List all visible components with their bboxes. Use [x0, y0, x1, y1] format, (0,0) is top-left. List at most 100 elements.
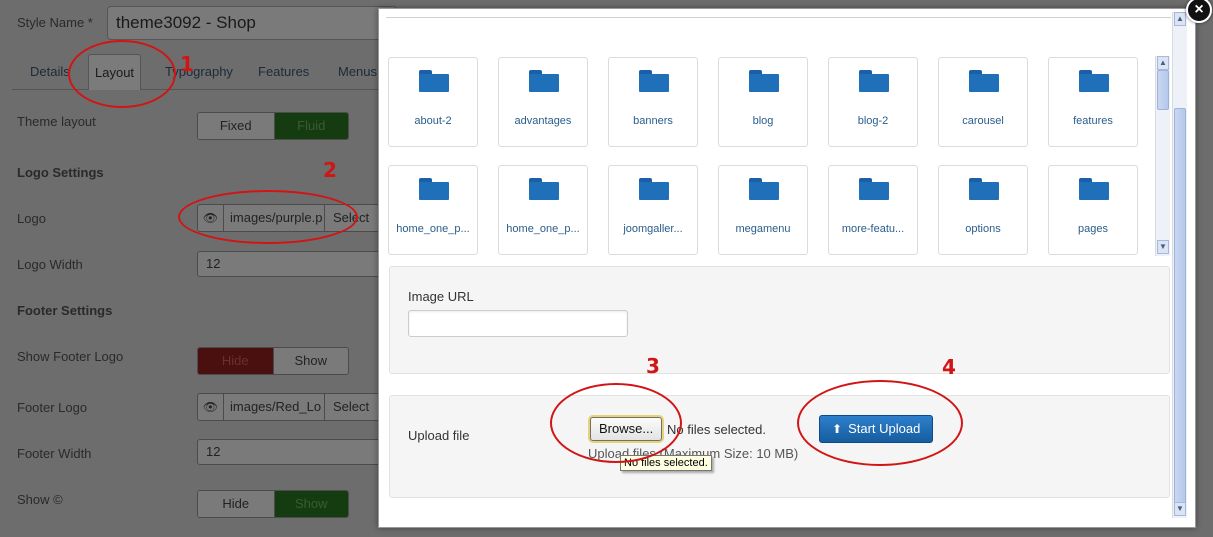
show-copyright-label: Show ©: [17, 492, 63, 507]
preview-eye-icon[interactable]: 👁: [198, 205, 224, 231]
folder-item[interactable]: carousel: [938, 57, 1028, 147]
folder-icon: [969, 178, 999, 200]
folder-name: features: [1073, 115, 1113, 127]
tab-layout[interactable]: Layout: [88, 54, 142, 90]
folder-icon: [639, 178, 669, 200]
folder-item[interactable]: features: [1048, 57, 1138, 147]
folder-icon: [419, 178, 449, 200]
logo-select-button[interactable]: Select: [324, 205, 377, 231]
show-footer-logo-toggle: Hide Show: [197, 347, 349, 375]
logo-path: images/purple.p: [230, 210, 323, 225]
folder-name: home_one_p...: [506, 223, 580, 235]
folder-name: more-featu...: [841, 223, 905, 235]
image-url-input[interactable]: [408, 310, 628, 337]
footer-logo-hide-button[interactable]: Hide: [198, 348, 273, 374]
folder-name: about-2: [414, 115, 452, 127]
copyright-show-button[interactable]: Show: [273, 491, 348, 517]
folder-name: joomgaller...: [623, 223, 683, 235]
browse-button[interactable]: Browse...: [590, 417, 663, 441]
folder-icon: [419, 70, 449, 92]
style-name-label: Style Name *: [17, 15, 93, 30]
footer-width-input[interactable]: 12: [197, 439, 382, 465]
show-copyright-toggle: Hide Show: [197, 490, 349, 518]
modal-scrollbar[interactable]: ▲ ▼: [1172, 12, 1187, 518]
folder-item[interactable]: home_one_p...: [388, 165, 478, 255]
folder-icon: [969, 70, 999, 92]
folder-name: options: [965, 223, 1001, 235]
annotation-number-3: 3: [646, 354, 660, 378]
folder-icon: [749, 178, 779, 200]
footer-logo-show-button[interactable]: Show: [272, 348, 348, 374]
tab-typography[interactable]: Typography: [159, 54, 239, 90]
preview-eye-icon[interactable]: 👁: [198, 394, 224, 420]
folder-name: blog: [752, 115, 774, 127]
logo-width-input[interactable]: 12: [197, 251, 382, 277]
logo-width-label: Logo Width: [17, 257, 83, 272]
no-files-text: No files selected.: [667, 422, 766, 437]
folder-item[interactable]: home_one_p...: [498, 165, 588, 255]
folder-name: megamenu: [735, 223, 791, 235]
folder-name: pages: [1078, 223, 1108, 235]
settings-tabs: Details Layout Typography Features Menus: [12, 54, 392, 90]
folder-icon: [859, 178, 889, 200]
footer-width-label: Footer Width: [17, 446, 92, 461]
layout-fixed-button[interactable]: Fixed: [198, 113, 274, 139]
layout-fluid-button[interactable]: Fluid: [273, 113, 348, 139]
annotation-number-1: 1: [180, 52, 194, 76]
footer-settings-heading: Footer Settings: [17, 303, 113, 318]
image-url-label: Image URL: [408, 289, 474, 304]
footer-logo-label: Footer Logo: [17, 400, 88, 415]
logo-label: Logo: [17, 211, 46, 226]
folder-name: advantages: [514, 115, 572, 127]
tab-menus[interactable]: Menus: [332, 54, 383, 90]
scroll-down-arrow-icon[interactable]: ▼: [1157, 240, 1169, 254]
theme-layout-toggle: Fixed Fluid: [197, 112, 349, 140]
folder-item[interactable]: about-2: [388, 57, 478, 147]
folder-icon: [639, 70, 669, 92]
upload-icon: ⬆: [832, 422, 843, 436]
folder-item[interactable]: advantages: [498, 57, 588, 147]
footer-logo-select-button[interactable]: Select: [324, 394, 377, 420]
folder-name: carousel: [962, 115, 1004, 127]
start-upload-button[interactable]: ⬆ Start Upload: [819, 415, 934, 443]
start-upload-label: Start Upload: [848, 421, 921, 436]
folder-icon: [1079, 178, 1109, 200]
folder-name: home_one_p...: [396, 223, 470, 235]
scroll-down-arrow-icon[interactable]: ▼: [1174, 502, 1186, 516]
tab-features[interactable]: Features: [252, 54, 315, 90]
folder-item[interactable]: banners: [608, 57, 698, 147]
theme-layout-label: Theme layout: [17, 114, 96, 129]
show-footer-logo-label: Show Footer Logo: [17, 349, 124, 364]
logo-media-field: 👁 images/purple.p Select: [197, 204, 387, 232]
scroll-up-arrow-icon[interactable]: ▲: [1157, 56, 1169, 70]
logo-settings-heading: Logo Settings: [17, 165, 104, 180]
modal-scroll-thumb[interactable]: [1174, 108, 1186, 506]
folder-icon: [859, 70, 889, 92]
folder-item[interactable]: more-featu...: [828, 165, 918, 255]
folder-grid: about-2 advantages banners blog blog-2 c…: [386, 18, 1156, 259]
folder-item[interactable]: megamenu: [718, 165, 808, 255]
folder-item[interactable]: blog-2: [828, 57, 918, 147]
annotation-number-2: 2: [323, 158, 337, 182]
style-name-input[interactable]: theme3092 - Shop: [107, 6, 397, 40]
folder-icon: [749, 70, 779, 92]
footer-logo-media-field: 👁 images/Red_Lo Select: [197, 393, 387, 421]
folder-item[interactable]: pages: [1048, 165, 1138, 255]
folder-icon: [1079, 70, 1109, 92]
folder-scrollbar[interactable]: ▲ ▼: [1155, 56, 1170, 256]
folder-item[interactable]: joomgaller...: [608, 165, 698, 255]
image-url-panel: Image URL: [389, 266, 1170, 374]
folder-name: blog-2: [857, 115, 889, 127]
folder-item[interactable]: blog: [718, 57, 808, 147]
folder-item[interactable]: options: [938, 165, 1028, 255]
scroll-up-arrow-icon[interactable]: ▲: [1174, 12, 1186, 26]
copyright-hide-button[interactable]: Hide: [198, 491, 274, 517]
folder-browser: about-2 advantages banners blog blog-2 c…: [386, 17, 1171, 259]
folder-scroll-thumb[interactable]: [1157, 70, 1169, 110]
upload-file-label: Upload file: [408, 428, 470, 443]
annotation-number-4: 4: [942, 355, 956, 379]
tab-details[interactable]: Details: [24, 54, 76, 90]
folder-icon: [529, 178, 559, 200]
browse-tooltip: No files selected.: [620, 455, 712, 471]
folder-icon: [529, 70, 559, 92]
